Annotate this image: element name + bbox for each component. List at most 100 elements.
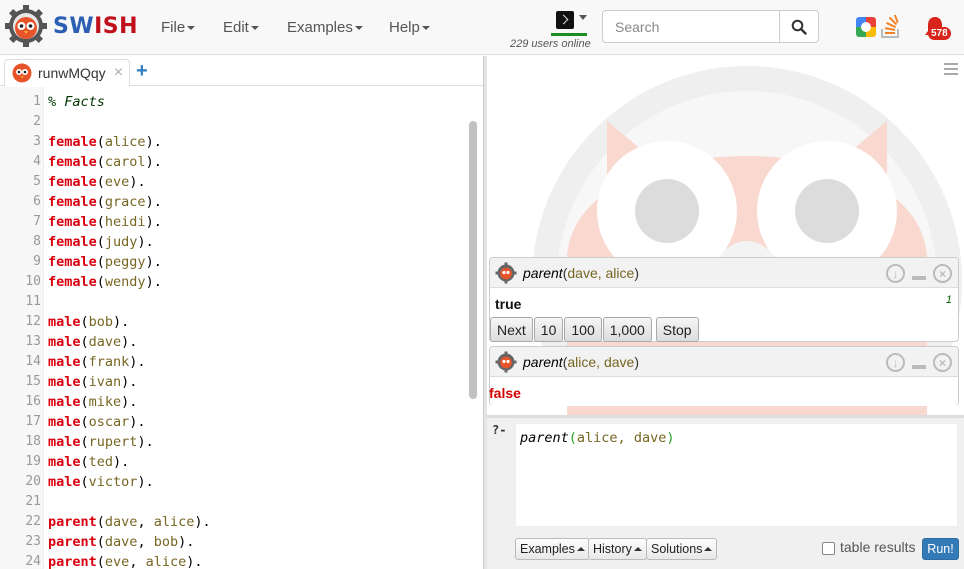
menu-help[interactable]: Help (389, 0, 430, 55)
download-icon[interactable]: ↓ (886, 353, 905, 372)
code-line: 23 parent(dave, bob). (0, 532, 466, 552)
predicate-token: male (48, 454, 81, 470)
punct-token: ). (129, 414, 146, 430)
minimize-icon[interactable] (912, 275, 926, 280)
line-number: 15 (25, 374, 41, 389)
code-line: 8 female(judy). (0, 232, 466, 252)
punct-token: ( (80, 394, 89, 410)
search-icon (791, 19, 807, 35)
line-number: 2 (33, 114, 41, 129)
menu-examples[interactable]: Examples (287, 0, 363, 55)
stackoverflow-icon[interactable] (879, 13, 903, 39)
answer-query: parent(dave, alice) (523, 264, 639, 281)
notification-badge: 578 (928, 27, 951, 40)
menu-file-label: File (161, 19, 186, 36)
line-number: 19 (25, 454, 41, 469)
tab-label: runwMQqy (38, 65, 106, 81)
menu-file[interactable]: File (161, 0, 196, 55)
google-login-icon[interactable] (856, 17, 876, 37)
caret-down-icon (421, 25, 430, 30)
atom-token: frank (88, 354, 130, 370)
tab-close-icon[interactable]: × (114, 65, 123, 81)
answer-args: dave, alice (567, 264, 635, 281)
new-tab-button[interactable]: + (136, 61, 148, 81)
swish-logo-icon (5, 5, 47, 47)
atom-token: dave (88, 334, 122, 350)
next-button[interactable]: Next (490, 317, 533, 342)
punct-token: , (137, 534, 154, 550)
run-button[interactable]: Run! (922, 538, 959, 560)
menu-edit[interactable]: Edit (223, 0, 259, 55)
solutions-dropdown[interactable]: Solutions (646, 538, 718, 560)
code-line: 16 male(mike). (0, 392, 466, 412)
code-line: 20 male(victor). (0, 472, 466, 492)
code-line: 1 % Facts (0, 92, 466, 112)
brand[interactable]: SWISH (4, 4, 138, 48)
tab-program[interactable]: runwMQqy × (4, 59, 130, 87)
code-editor[interactable]: 1% Facts 2 3 female(alice). 4 female(carol). 5… (0, 87, 483, 569)
atom-token: oscar (88, 414, 130, 430)
code-line: 19 male(ted). (0, 452, 466, 472)
predicate-token: parent (48, 534, 97, 550)
code-line: 4 female(carol). (0, 152, 466, 172)
close-icon[interactable]: × (933, 264, 952, 283)
table-results-checkbox[interactable] (822, 542, 835, 555)
code-text: male(ivan). (48, 372, 137, 392)
caret-down-icon (187, 25, 196, 30)
punct-token: ). (145, 254, 162, 270)
code-line: 6 female(grace). (0, 192, 466, 212)
line-number: 10 (25, 274, 41, 289)
next-10-button[interactable]: 10 (533, 317, 564, 342)
query-args: alice, dave (576, 430, 667, 446)
stop-button[interactable]: Stop (655, 317, 699, 342)
answer-buttons: Next 10 100 1,000 Stop (490, 317, 700, 342)
code-text: parent(dave, alice). (48, 512, 211, 532)
history-dropdown-label: History (593, 542, 632, 556)
history-dropdown[interactable]: History (588, 538, 647, 560)
answer-header: parent(alice, dave) ↓ × (490, 347, 958, 377)
code-line: 18 male(rupert). (0, 432, 466, 452)
code-text: male(mike). (48, 392, 137, 412)
code-text: % Facts (48, 92, 105, 112)
search-input[interactable] (602, 10, 780, 43)
next-100-button[interactable]: 100 (564, 317, 602, 342)
search-button[interactable] (779, 10, 819, 43)
code-line: 15 male(ivan). (0, 372, 466, 392)
menu-edit-label: Edit (223, 19, 249, 36)
predicate-token: female (48, 194, 97, 210)
examples-dropdown[interactable]: Examples (515, 538, 590, 560)
online-indicator (551, 33, 587, 36)
punct-token: ). (113, 454, 130, 470)
punct-token: ). (121, 374, 138, 390)
user-menu-caret-icon[interactable] (579, 15, 587, 20)
atom-token: eve (104, 554, 130, 569)
answer-query: parent(alice, dave) (523, 353, 639, 370)
download-icon[interactable]: ↓ (886, 264, 905, 283)
code-text: male(victor). (48, 472, 154, 492)
next-1000-button[interactable]: 1,000 (602, 317, 652, 342)
punct-token: ). (145, 274, 162, 290)
atom-token: dave (104, 534, 138, 550)
punct-token: ( (96, 194, 105, 210)
code-line: 9 female(peggy). (0, 252, 466, 272)
line-number: 20 (25, 474, 41, 489)
code-text: female(grace). (48, 192, 162, 212)
user-avatar-icon[interactable] (556, 11, 574, 29)
code-line: 17 male(oscar). (0, 412, 466, 432)
punct-token: ( (80, 354, 89, 370)
swish-app: SWISH File Edit Examples Help 229 users … (0, 0, 964, 569)
answer-controls: ↓ × (879, 264, 952, 283)
atom-token: alice (145, 554, 187, 569)
code-text: male(ted). (48, 452, 129, 472)
predicate-token: male (48, 414, 81, 430)
line-number: 13 (25, 334, 41, 349)
editor-scrollbar[interactable] (469, 121, 477, 399)
punct-token: ( (80, 334, 89, 350)
minimize-icon[interactable] (912, 364, 926, 369)
close-icon[interactable]: × (933, 353, 952, 372)
source-pane: runwMQqy × + 1% Facts 2 3 female(alice). 4 fe… (0, 56, 483, 569)
query-editor[interactable]: parent(alice, dave) (515, 423, 958, 527)
brand-name: SWISH (53, 14, 138, 39)
code-text: female(judy). (48, 232, 154, 252)
results-menu-icon[interactable] (944, 63, 958, 75)
